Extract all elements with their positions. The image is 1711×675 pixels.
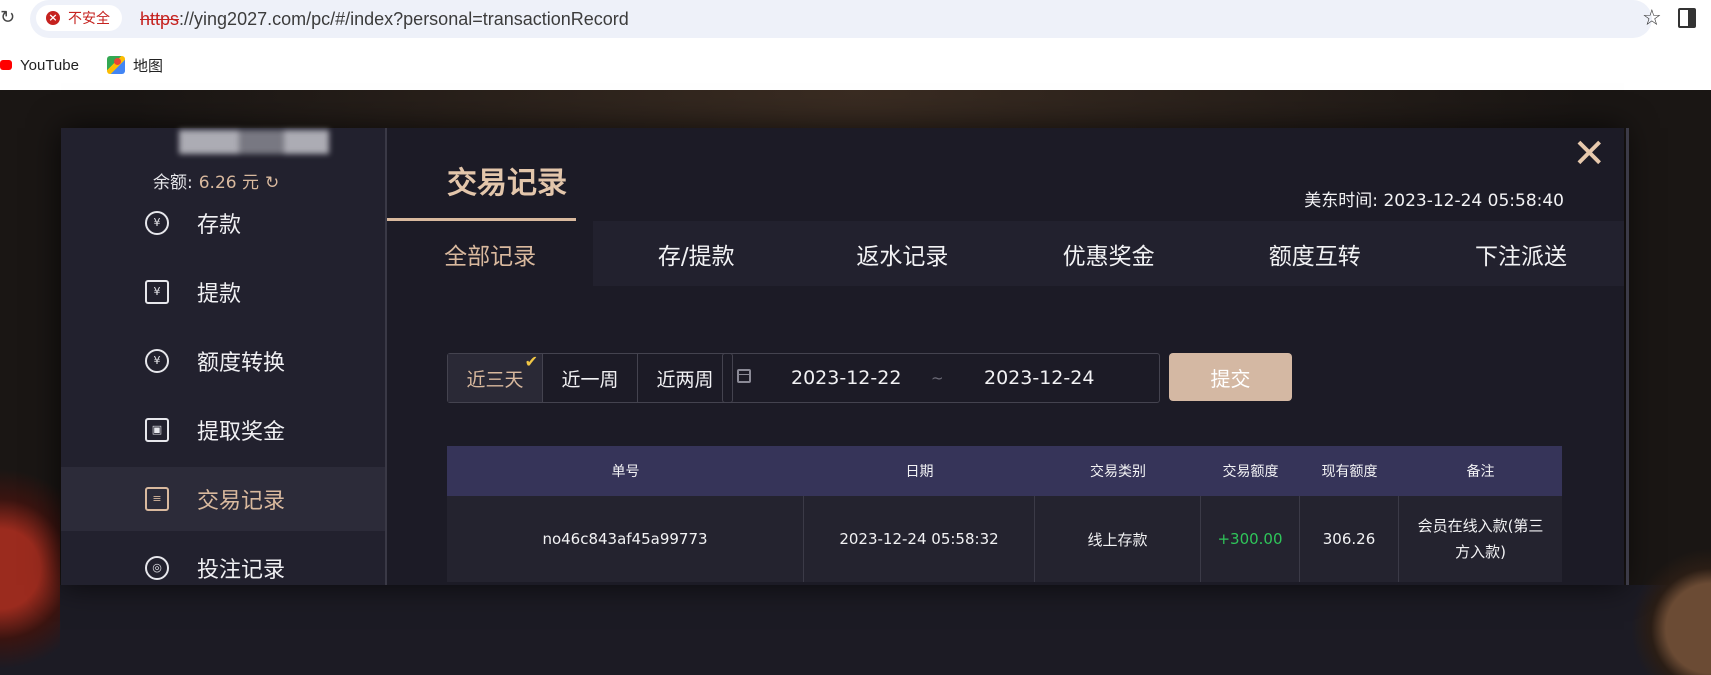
sidebar-item-withdraw[interactable]: ¥ 提款	[61, 260, 385, 324]
bookmark-label: YouTube	[20, 56, 79, 74]
sidebar-item-bets[interactable]: ◎ 投注记录	[61, 536, 385, 600]
clipboard-icon: ≡	[145, 487, 169, 511]
range-3-days-button[interactable]: 近三天 ✔	[448, 352, 542, 402]
tab-deposit-withdraw[interactable]: 存/提款	[593, 221, 799, 286]
sidebar-item-label: 提款	[197, 282, 242, 307]
date-range-picker[interactable]: 2023-12-22 ~ 2023-12-24	[722, 353, 1160, 403]
username-blurred	[179, 130, 329, 154]
decoration-left	[0, 410, 60, 675]
security-label: 不安全	[68, 11, 110, 27]
yen-circle-icon: ¥	[145, 211, 169, 235]
start-date-input[interactable]: 2023-12-22	[791, 354, 901, 402]
ticket-icon: ¥	[145, 280, 169, 304]
bet-record-icon: ◎	[145, 556, 169, 580]
transaction-table: 单号 日期 交易类别 交易额度 现有额度 备注 no46c843af45a997…	[447, 446, 1562, 582]
scrollbar[interactable]	[1626, 128, 1629, 585]
security-chip[interactable]: × 不安全	[36, 5, 122, 31]
side-panel-icon[interactable]	[1678, 8, 1696, 28]
url-scheme: https	[140, 9, 180, 29]
submit-button[interactable]: 提交	[1169, 353, 1292, 401]
range-1-week-button[interactable]: 近一周	[542, 354, 637, 402]
gift-icon: ▣	[145, 418, 169, 442]
decoration-right	[1631, 520, 1711, 675]
tab-all[interactable]: 全部记录	[387, 221, 594, 286]
bookmark-label: 地图	[133, 57, 164, 75]
reload-icon[interactable]: ↻	[0, 6, 15, 30]
column-header: 备注	[1466, 464, 1495, 480]
bookmark-youtube[interactable]: YouTube	[0, 53, 79, 77]
check-icon: ✔	[524, 352, 538, 371]
tab-transfer[interactable]: 额度互转	[1212, 221, 1418, 286]
refresh-icon[interactable]: ↻	[265, 173, 279, 193]
cell-amount: +300.00	[1201, 496, 1300, 582]
range-label: 近一周	[561, 368, 619, 391]
balance-value: 6.26 元	[198, 173, 259, 193]
sidebar-item-transactions[interactable]: ≡ 交易记录	[61, 467, 385, 531]
range-2-weeks-button[interactable]: 近两周	[637, 354, 732, 402]
youtube-icon	[0, 60, 12, 70]
browser-chrome: ↻ × 不安全 https://ying2027.com/pc/#/index?…	[0, 0, 1711, 90]
range-label: 近三天	[466, 368, 524, 391]
sidebar-item-bonus[interactable]: ▣ 提取奖金	[61, 398, 385, 462]
tab-bet-dispatch[interactable]: 下注派送	[1418, 221, 1624, 286]
balance-label: 余额:	[153, 173, 193, 193]
cell-balance: 306.26	[1300, 496, 1399, 582]
range-label: 近两周	[656, 368, 714, 391]
url-text[interactable]: https://ying2027.com/pc/#/index?personal…	[140, 0, 629, 38]
tab-promo-bonus[interactable]: 优惠奖金	[1006, 221, 1212, 286]
column-header: 日期	[905, 464, 934, 480]
sidebar-item-label: 交易记录	[197, 489, 286, 514]
record-tabs: 全部记录 存/提款 返水记录 优惠奖金 额度互转 下注派送	[387, 221, 1624, 286]
column-header: 交易额度	[1222, 464, 1279, 480]
account-sidebar: 余额: 6.26 元 ↻ ¥ 存款 ¥ 提款 ¥ 额度转换 ▣ 提取奖金 ≡ 交易记…	[61, 128, 387, 585]
sidebar-item-transfer[interactable]: ¥ 额度转换	[61, 329, 385, 393]
table-header: 单号 日期 交易类别 交易额度 现有额度 备注	[447, 446, 1562, 496]
column-header: 交易类别	[1090, 464, 1146, 480]
sidebar-item-label: 存款	[197, 213, 242, 238]
warning-icon: ×	[46, 11, 60, 25]
column-header: 现有额度	[1321, 464, 1378, 480]
account-modal: 余额: 6.26 元 ↻ ¥ 存款 ¥ 提款 ¥ 额度转换 ▣ 提取奖金 ≡ 交易记…	[61, 128, 1624, 585]
transaction-content: 交易记录 美东时间: 2023-12-24 05:58:40 ✕ 全部记录 存/…	[387, 128, 1624, 585]
sidebar-item-label: 额度转换	[197, 351, 286, 376]
tab-rebate[interactable]: 返水记录	[799, 221, 1005, 286]
bookmark-maps[interactable]: 地图	[107, 53, 163, 77]
eastern-time: 美东时间: 2023-12-24 05:58:40	[1304, 186, 1564, 211]
cell-type: 线上存款	[1035, 496, 1201, 582]
page-title: 交易记录	[447, 166, 567, 201]
cell-date: 2023-12-24 05:58:32	[804, 496, 1035, 582]
address-bar[interactable]: × 不安全 https://ying2027.com/pc/#/index?pe…	[30, 0, 1662, 38]
yen-refresh-icon: ¥	[145, 349, 169, 373]
sidebar-item-label: 提取奖金	[197, 420, 286, 445]
sidebar-item-deposit[interactable]: ¥ 存款	[61, 191, 385, 255]
time-value: 2023-12-24 05:58:40	[1383, 191, 1564, 211]
quick-range-group: 近三天 ✔ 近一周 近两周	[447, 352, 733, 403]
end-date-input[interactable]: 2023-12-24	[984, 354, 1094, 402]
calendar-icon	[737, 369, 751, 383]
sidebar-item-label: 投注记录	[197, 558, 286, 583]
table-row: no46c843af45a99773 2023-12-24 05:58:32 线…	[447, 496, 1562, 582]
close-icon[interactable]: ✕	[1572, 132, 1606, 176]
time-label: 美东时间:	[1304, 191, 1379, 211]
maps-icon	[107, 56, 125, 74]
column-header: 单号	[611, 464, 640, 480]
date-separator: ~	[931, 369, 944, 387]
cell-order-no: no46c843af45a99773	[447, 496, 804, 582]
balance-row: 余额: 6.26 元 ↻	[153, 168, 279, 193]
bookmark-star-icon[interactable]: ☆	[1642, 5, 1662, 33]
url-rest: ://ying2027.com/pc/#/index?personal=tran…	[179, 9, 629, 29]
cell-remark: 会员在线入款(第三方入款)	[1417, 517, 1544, 561]
